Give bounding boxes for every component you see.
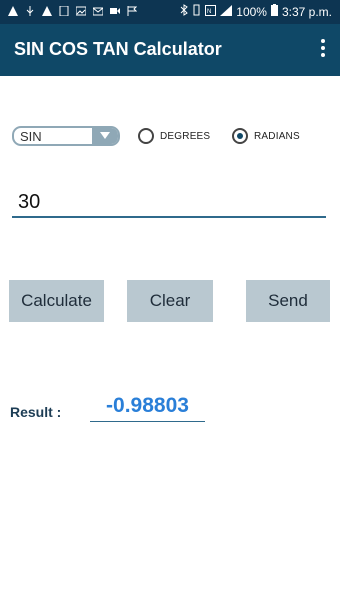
result-value: -0.98803 bbox=[90, 394, 205, 422]
signal-icon bbox=[220, 4, 233, 19]
vibrate-icon bbox=[192, 4, 201, 19]
radio-checked-icon bbox=[232, 128, 248, 144]
status-bar: N 100% 3:37 p.m. bbox=[0, 0, 340, 24]
calculate-button[interactable]: Calculate bbox=[9, 280, 104, 322]
image-icon bbox=[75, 5, 87, 16]
degrees-label: DEGREES bbox=[160, 130, 211, 142]
nfc-icon: N bbox=[205, 4, 217, 19]
battery-icon bbox=[270, 4, 278, 19]
bluetooth-icon bbox=[180, 4, 189, 19]
function-dropdown-value: SIN bbox=[20, 129, 42, 144]
video-icon bbox=[110, 5, 120, 15]
notification-icons bbox=[8, 5, 138, 17]
clear-button[interactable]: Clear bbox=[127, 280, 213, 322]
warning-icon bbox=[42, 5, 52, 16]
app-bar: SIN COS TAN Calculator bbox=[0, 24, 340, 76]
svg-text:N: N bbox=[207, 9, 211, 15]
battery-percent: 100% bbox=[236, 4, 267, 19]
warning-icon bbox=[8, 5, 18, 16]
radians-radio[interactable]: RADIANS bbox=[232, 128, 300, 144]
radians-label: RADIANS bbox=[254, 130, 300, 142]
app-title: SIN COS TAN Calculator bbox=[14, 39, 222, 59]
usb-icon bbox=[25, 5, 35, 16]
radio-unchecked-icon bbox=[138, 128, 154, 144]
function-dropdown[interactable]: SIN bbox=[12, 126, 120, 146]
sim-icon bbox=[59, 5, 69, 17]
overflow-menu-icon[interactable] bbox=[320, 39, 326, 59]
result-label: Result : bbox=[10, 404, 62, 420]
flag-icon bbox=[127, 5, 138, 16]
system-status: N 100% 3:37 p.m. bbox=[180, 4, 332, 19]
clock: 3:37 p.m. bbox=[281, 4, 332, 19]
send-button[interactable]: Send bbox=[246, 280, 330, 322]
mail-icon bbox=[92, 5, 104, 16]
chevron-down-icon bbox=[92, 128, 118, 144]
angle-input[interactable] bbox=[12, 188, 326, 218]
degrees-radio[interactable]: DEGREES bbox=[138, 128, 210, 144]
